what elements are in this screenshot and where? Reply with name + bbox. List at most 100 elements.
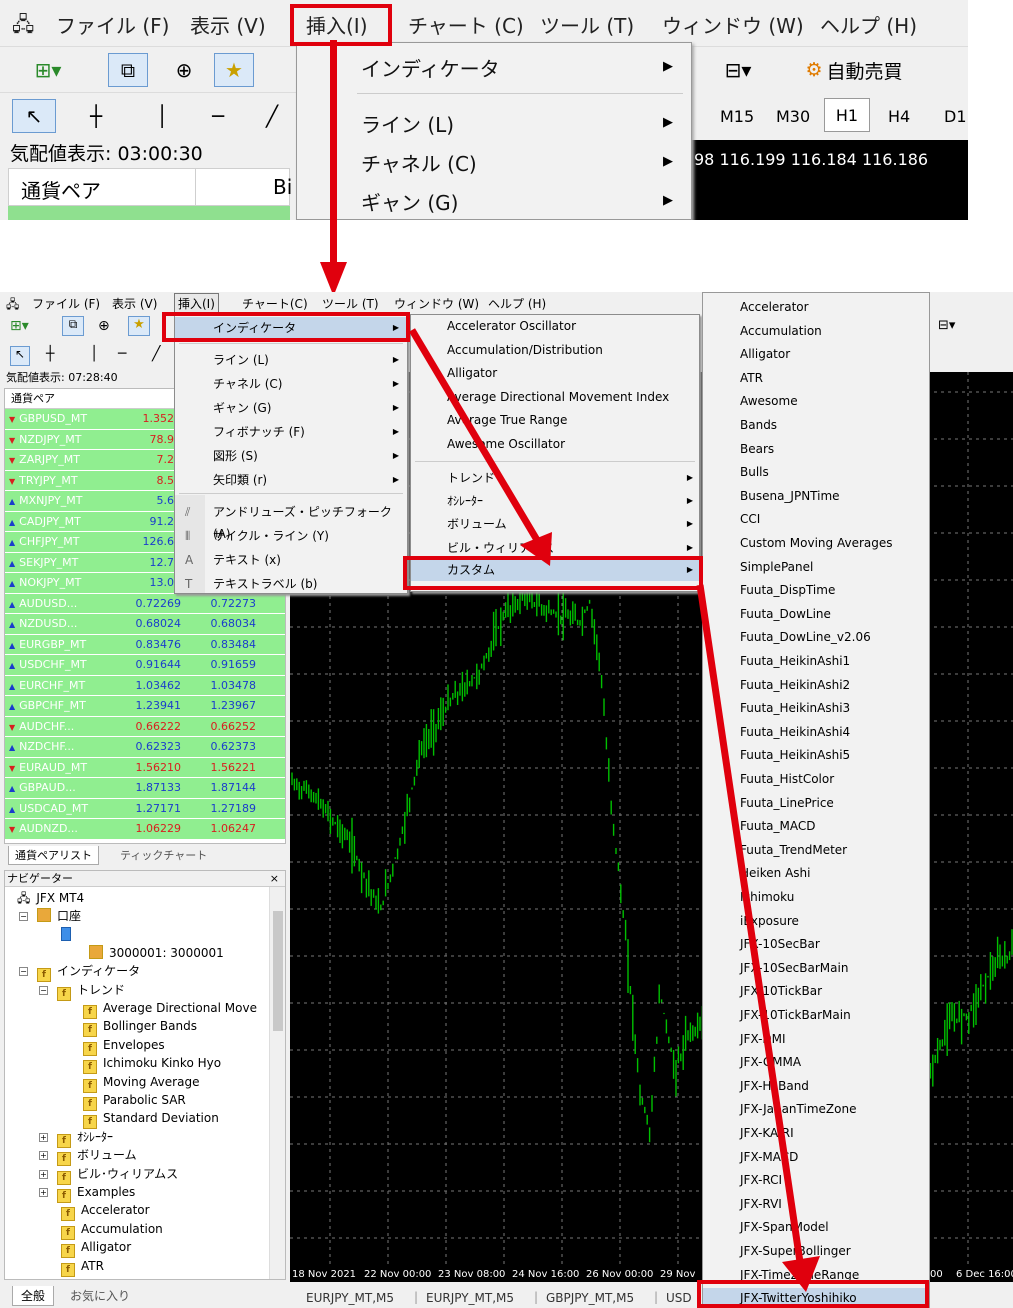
expand-icon[interactable]: + — [39, 1132, 48, 1142]
custom-indicator-item[interactable]: Bulls — [740, 462, 769, 482]
tf-m30[interactable]: M30 — [776, 107, 810, 126]
new-chart-button[interactable]: ⊞▾ — [18, 53, 78, 87]
tab-favorites[interactable]: お気に入り — [70, 1287, 130, 1304]
crosshair-icon[interactable]: ⊕ — [164, 53, 204, 87]
custom-indicator-item[interactable]: JFX-MACD — [740, 1147, 798, 1167]
quote-row[interactable]: ▲ EURGBP_MT 0.83476 0.83484 — [5, 634, 285, 655]
tf-h1[interactable]: H1 — [824, 98, 870, 132]
navigator-item[interactable]: f Examples — [57, 1183, 135, 1203]
custom-indicator-item[interactable]: JFX-10TickBarMain — [740, 1005, 851, 1025]
custom-indicator-item[interactable]: JFX-10SecBar — [740, 934, 820, 954]
expand-icon[interactable]: + — [39, 1188, 48, 1197]
insert-menu-item[interactable]: ギャン (G) ▶ — [175, 397, 407, 419]
custom-indicator-item[interactable]: Fuuta_HeikinAshi2 — [740, 675, 850, 695]
custom-indicator-item[interactable]: Bands — [740, 415, 777, 435]
custom-indicator-item[interactable]: Bears — [740, 439, 774, 459]
collapse-icon[interactable]: − — [39, 985, 48, 995]
navigator-item[interactable]: f Bollinger Bands — [83, 1017, 197, 1038]
expand-icon[interactable]: + — [39, 1169, 48, 1179]
custom-indicator-item[interactable]: JFX-TwitterYoshihiko — [703, 1288, 929, 1308]
crosshair-tool-icon[interactable]: ┼ — [74, 99, 118, 133]
vertical-line-icon[interactable]: │ — [140, 99, 184, 133]
navigator-item[interactable]: f Accelerator — [61, 1201, 150, 1222]
crosshair-icon[interactable]: ⊕ — [98, 318, 110, 334]
custom-indicator-item[interactable]: JFX-HLBand — [740, 1076, 809, 1096]
custom-indicator-item[interactable]: Fuuta_HeikinAshi5 — [740, 745, 850, 765]
chart-tab[interactable]: USD — [666, 1291, 692, 1305]
custom-indicator-item[interactable]: Alligator — [740, 344, 790, 364]
navigator-item[interactable]: 3000001: 3000001 — [89, 944, 224, 962]
custom-indicator-item[interactable]: Fuuta_HeikinAshi3 — [740, 698, 850, 718]
navigator-item[interactable]: 口座 — [37, 907, 81, 925]
navigator-item[interactable]: f Ichimoku Kinko Hyo — [83, 1054, 221, 1075]
insert-menu-item[interactable]: ライン (L) ▶ — [175, 349, 407, 371]
indicator-menu-item[interactable]: Accumulation/Distribution — [411, 339, 699, 361]
cursor-icon[interactable]: ↖ — [10, 346, 30, 366]
navigator-item[interactable]: f Moving Average — [83, 1073, 199, 1093]
navigator-item[interactable] — [61, 926, 77, 944]
custom-indicator-item[interactable]: JFX-SpanModel — [740, 1217, 829, 1237]
indicator-menu-item[interactable]: カスタム ▶ — [411, 559, 699, 581]
expand-icon[interactable]: + — [39, 1151, 48, 1161]
insert-menu-item[interactable]: インディケータ ▶ — [175, 317, 407, 339]
tab-symbol-list[interactable]: 通貨ペアリスト — [8, 846, 99, 865]
navigator-item[interactable]: f トレンド — [57, 981, 125, 1001]
trendline-icon[interactable]: ╱ — [152, 346, 160, 362]
chart-tab[interactable]: EURJPY_MT,M5 — [426, 1291, 514, 1305]
chart-template-button[interactable]: ⊟▾ — [938, 318, 955, 333]
navigator-item[interactable]: 🖧 JFX MT4 — [17, 889, 84, 907]
profiles-button[interactable]: ⧉ — [108, 53, 148, 87]
menu-window[interactable]: ウィンドウ (W) — [394, 295, 479, 312]
crosshair-tool-icon[interactable]: ┼ — [46, 346, 54, 362]
custom-indicator-item[interactable]: Accumulation — [740, 321, 822, 341]
custom-indicator-item[interactable]: Awesome — [740, 391, 798, 411]
custom-indicator-item[interactable]: ATR — [740, 368, 763, 388]
navigator-item[interactable]: f ビル･ウィリアムス — [57, 1165, 178, 1185]
quote-row[interactable]: ▲ NZDUSD... 0.68024 0.68034 — [5, 614, 285, 635]
custom-indicator-item[interactable]: Fuuta_LinePrice — [740, 793, 834, 813]
menu-item-channel[interactable]: チャネル (C) — [361, 148, 477, 177]
insert-menu-item[interactable]: ⫽ アンドリューズ・ピッチフォーク (A) — [175, 501, 407, 541]
quote-row[interactable]: ▲ GBPAUD... 1.87133 1.87144 — [5, 778, 285, 799]
navigator-item[interactable]: f ボリューム — [57, 1146, 137, 1167]
quote-row[interactable]: ▼ AUDCHF... 0.66222 0.66252 — [5, 716, 285, 737]
custom-indicator-item[interactable]: Fuuta_HeikinAshi4 — [740, 722, 850, 742]
custom-indicator-item[interactable]: Fuuta_DispTime — [740, 580, 835, 600]
custom-indicator-item[interactable]: Accelerator — [740, 297, 809, 317]
cursor-icon[interactable]: ↖ — [12, 99, 56, 133]
tf-h4[interactable]: H4 — [888, 107, 910, 126]
chart-template-button[interactable]: ⊟▾ — [708, 53, 768, 87]
navigator-scrollbar[interactable] — [269, 887, 285, 1279]
menu-item-gann[interactable]: ギャン (G) — [361, 187, 458, 216]
custom-indicator-item[interactable]: Fuuta_HeikinAshi1 — [740, 651, 850, 671]
menu-window[interactable]: ウィンドウ (W) — [662, 10, 804, 39]
navigator-item[interactable]: f Standard Deviation — [83, 1109, 219, 1130]
custom-indicator-item[interactable]: JFX-TimeZoneRange — [740, 1265, 859, 1285]
indicator-menu-item[interactable]: ボリューム ▶ — [411, 513, 699, 535]
navigator-item[interactable]: f ｵｼﾚｰﾀｰ — [57, 1128, 113, 1148]
collapse-icon[interactable]: − — [19, 912, 28, 922]
menu-chart[interactable]: チャート(C) — [242, 295, 308, 312]
custom-indicator-item[interactable]: Fuuta_MACD — [740, 816, 816, 836]
tab-general[interactable]: 全般 — [12, 1286, 55, 1306]
navigator-item[interactable]: f Accumulation — [61, 1220, 163, 1240]
auto-trade-button[interactable]: ⚙ 自動売買 — [784, 53, 924, 87]
menu-file[interactable]: ファイル (F) — [56, 10, 169, 39]
custom-indicator-item[interactable]: Custom Moving Averages — [740, 533, 892, 553]
navigator-item[interactable]: fAwesome — [61, 1275, 139, 1279]
insert-menu-item[interactable]: 図形 (S) ▶ — [175, 445, 407, 467]
custom-indicator-item[interactable]: JFX-10SecBarMain — [740, 958, 848, 978]
menu-file[interactable]: ファイル (F) — [32, 295, 100, 312]
quote-row[interactable]: ▼ EURAUD_MT 1.56210 1.56221 — [5, 757, 285, 778]
custom-indicator-item[interactable]: JFX-SuperBollinger — [740, 1241, 851, 1261]
insert-menu-item[interactable]: 矢印類 (r) ▶ — [175, 469, 407, 491]
menu-view[interactable]: 表示 (V) — [112, 295, 157, 312]
navigator-item[interactable]: f Average Directional Move — [83, 999, 257, 1019]
navigator-item[interactable]: f Alligator — [61, 1238, 131, 1259]
custom-indicator-item[interactable]: JFX-KAIRI — [740, 1123, 794, 1143]
insert-menu-item[interactable]: フィボナッチ (F) ▶ — [175, 421, 407, 443]
horizontal-line-icon[interactable]: ─ — [118, 346, 126, 362]
menu-tools[interactable]: ツール (T) — [540, 10, 634, 39]
insert-menu-item[interactable]: A テキスト (x) — [175, 549, 407, 571]
chart-tab[interactable]: GBPJPY_MT,M5 — [546, 1291, 634, 1305]
